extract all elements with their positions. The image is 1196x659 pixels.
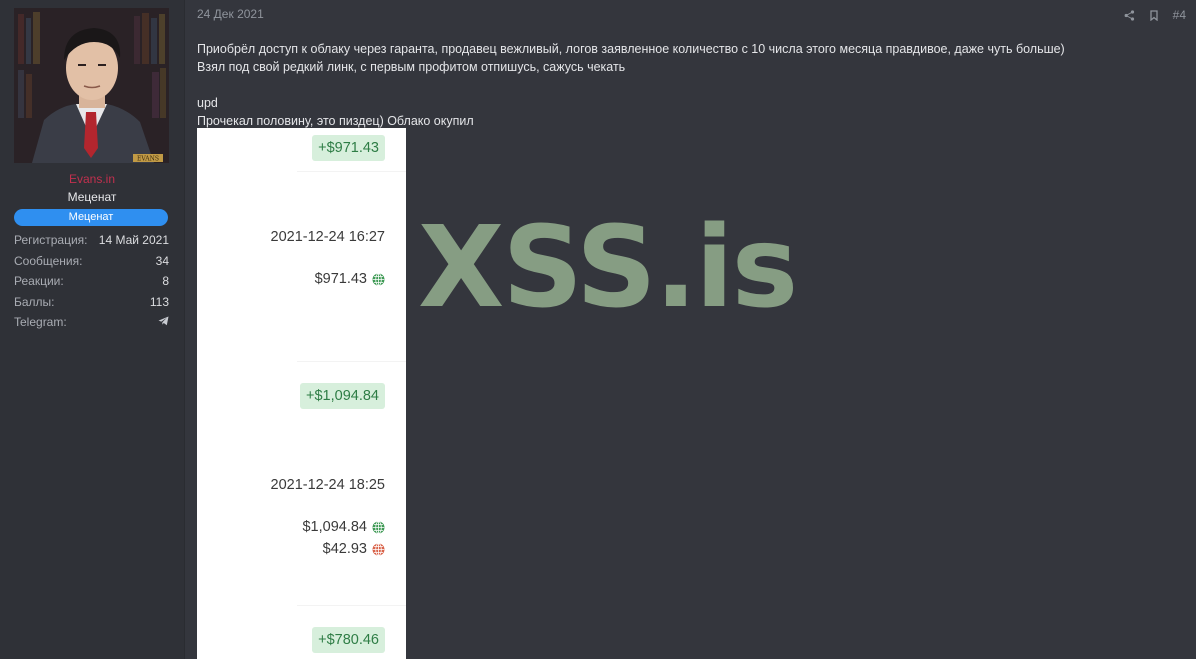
profit-pill: +$780.46 [312, 627, 385, 653]
avatar-illustration: EVANS [14, 8, 169, 163]
divider [297, 361, 406, 362]
stat-telegram: Telegram: [14, 312, 169, 333]
user-banner: Меценат [14, 209, 168, 226]
globe-green-icon [372, 520, 385, 534]
username-link[interactable]: Evans.in [0, 172, 184, 186]
stat-messages: Сообщения: 34 [14, 251, 169, 272]
globe-red-icon [372, 542, 385, 556]
user-sidebar: EVANS Evans.in Меценат Меценат Регистрац… [0, 0, 185, 659]
stat-key: Реакции: [14, 274, 64, 289]
globe-green-icon [372, 272, 385, 286]
amount-row: $42.93 [323, 541, 385, 557]
amount-row: $971.43 [315, 271, 385, 287]
stat-value: 14 Май 2021 [98, 233, 169, 248]
bookmark-icon[interactable] [1149, 9, 1159, 21]
post-date[interactable]: 24 Дек 2021 [197, 7, 264, 21]
stat-points: Баллы: 113 [14, 292, 169, 313]
stat-value: 8 [162, 274, 169, 289]
post-actions: #4 [1124, 8, 1186, 22]
stat-value: 113 [149, 294, 169, 309]
stat-key: Сообщения: [14, 253, 83, 268]
post-line: upd [197, 96, 218, 110]
amount: $42.93 [322, 541, 367, 557]
share-icon[interactable] [1124, 9, 1135, 21]
stat-value[interactable]: 34 [156, 254, 169, 268]
divider [297, 171, 406, 172]
timestamp: 2021-12-24 18:25 [270, 477, 386, 493]
amount: $971.43 [314, 271, 367, 287]
user-stats: Регистрация: 14 Май 2021 Сообщения: 34 Р… [14, 230, 169, 333]
avatar-caption: EVANS [137, 156, 159, 163]
stat-registration: Регистрация: 14 Май 2021 [14, 230, 169, 251]
profit-pill: +$1,094.84 [300, 383, 385, 409]
stat-key: Регистрация: [14, 233, 88, 248]
stat-key: Баллы: [14, 294, 55, 309]
amount: $1,094.84 [302, 519, 367, 535]
amount-row: $1,094.84 [302, 519, 385, 535]
avatar[interactable]: EVANS [14, 8, 169, 163]
timestamp: 2021-12-24 16:27 [270, 229, 386, 245]
profit-pill: +$971.43 [312, 135, 385, 161]
post-body: Приобрёл доступ к облаку через гаранта, … [197, 40, 1065, 130]
divider [297, 605, 406, 606]
watermark: XSS.is [418, 203, 798, 333]
post-number[interactable]: #4 [1173, 8, 1186, 22]
stat-reactions: Реакции: 8 [14, 271, 169, 292]
post-line: Приобрёл доступ к облаку через гаранта, … [197, 42, 1065, 56]
telegram-icon[interactable] [158, 315, 169, 329]
post-line: Взял под свой редкий линк, с первым проф… [197, 60, 626, 74]
attached-screenshot[interactable]: +$971.43 2021-12-24 16:27 $971.43 +$1,09… [197, 128, 406, 659]
user-title: Меценат [67, 190, 117, 204]
stat-key: Telegram: [14, 315, 67, 330]
